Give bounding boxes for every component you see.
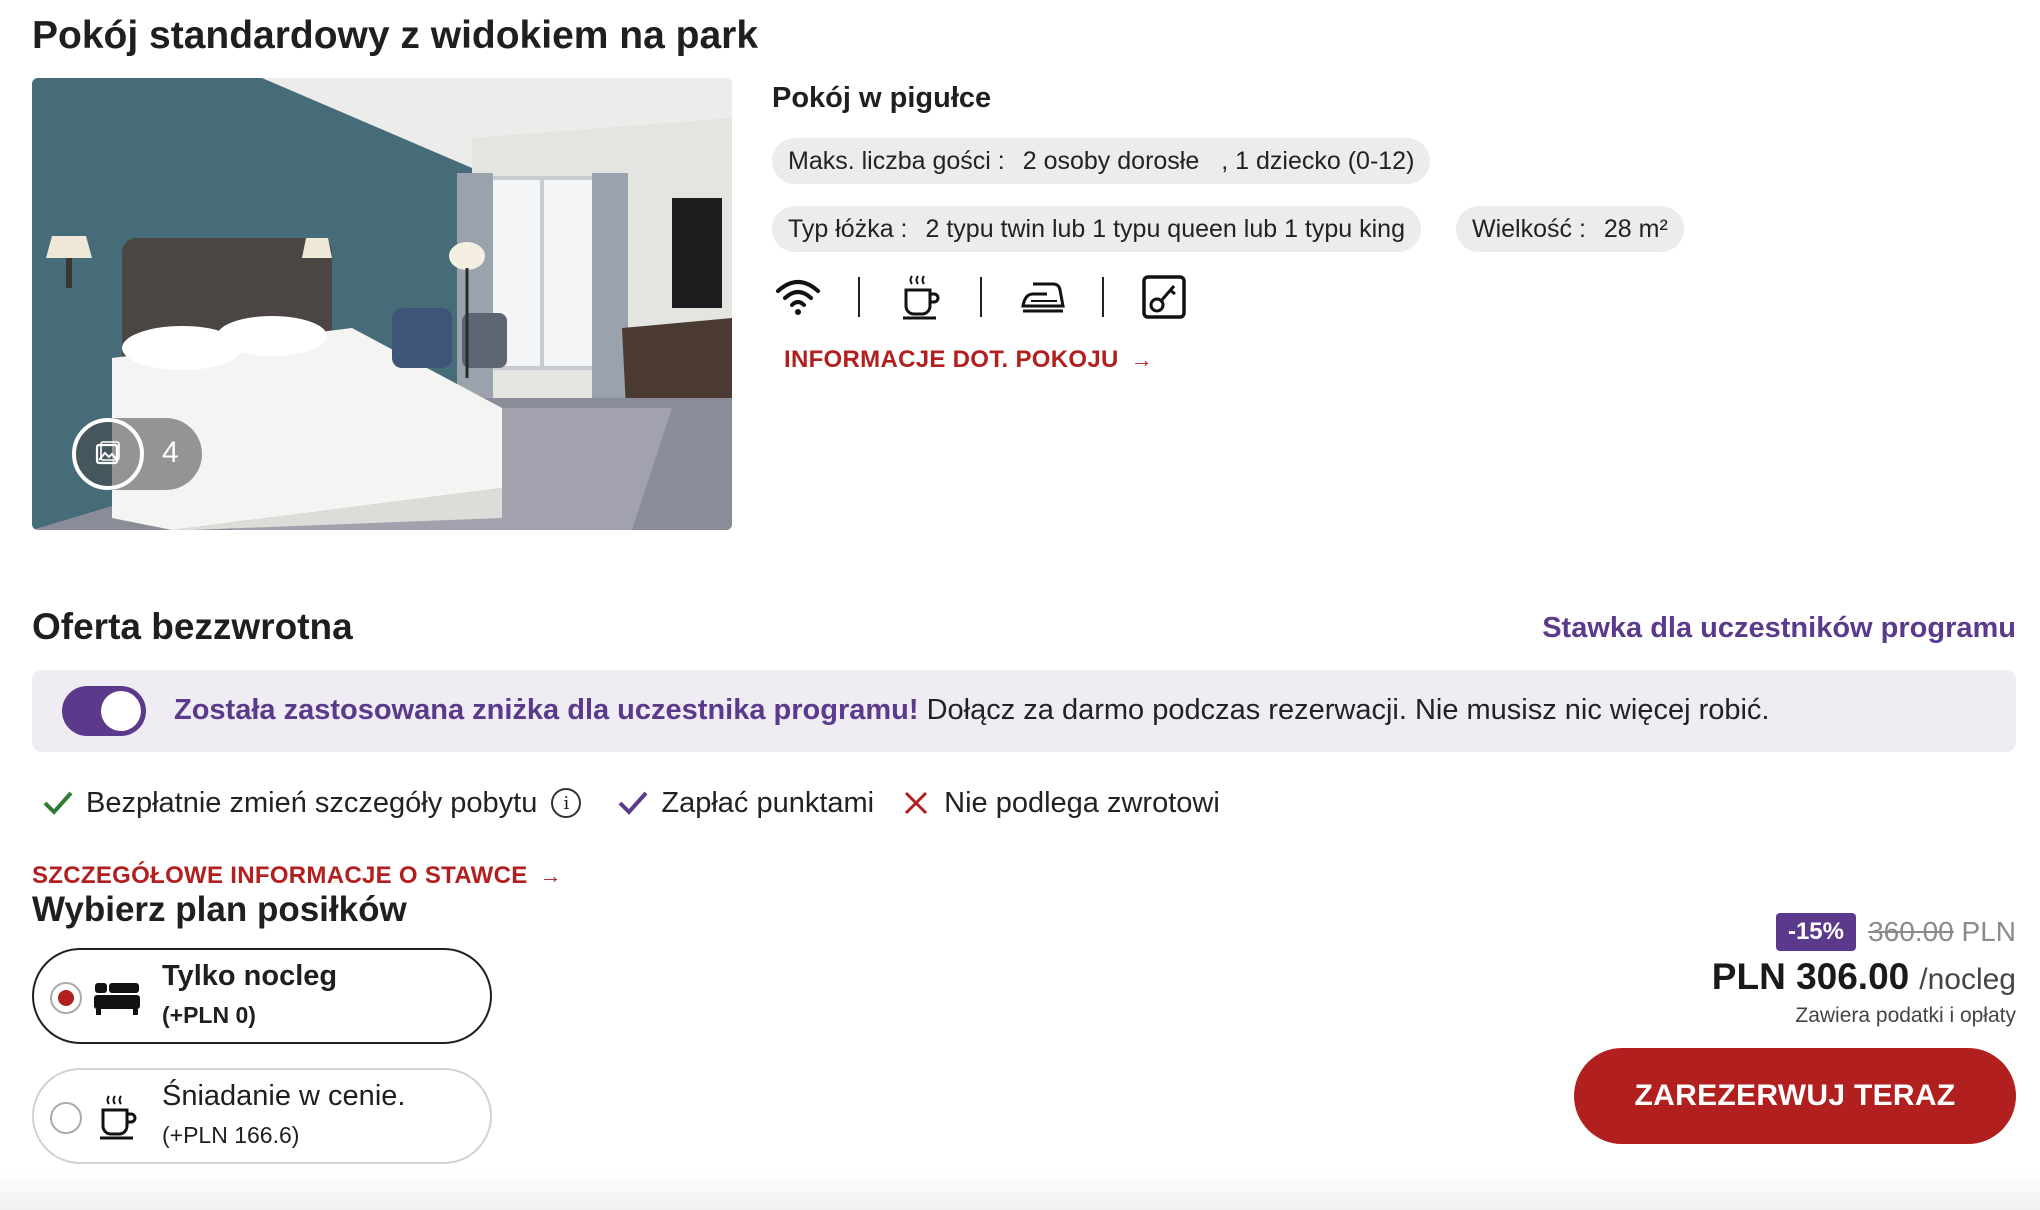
price-note: Zawiera podatki i opłaty — [1795, 1004, 2016, 1027]
feature-label: Zapłać punktami — [661, 786, 875, 819]
original-price: 360.00 PLN — [1868, 916, 2016, 948]
meal-name: Śniadanie w cenie. — [162, 1080, 406, 1112]
bed-type-value: 2 typu twin lub 1 typu queen lub 1 typu … — [925, 214, 1406, 243]
coffee-icon — [894, 271, 946, 323]
iron-icon — [1016, 271, 1068, 323]
max-guests-label: Maks. liczba gości : — [788, 146, 1005, 175]
rate-details-link[interactable]: SZCZEGÓŁOWE INFORMACJE O STAWCE → — [32, 862, 562, 890]
max-guests-child: , 1 dziecko (0-12) — [1221, 146, 1415, 175]
bed-icon — [92, 972, 142, 1022]
meal-radio-unselected[interactable] — [50, 1102, 82, 1134]
member-discount-toggle[interactable] — [62, 686, 146, 736]
amenities-row — [772, 270, 1190, 324]
current-price: PLN 306.00 — [1711, 956, 1910, 997]
gallery-count: 4 — [162, 436, 179, 469]
book-now-button[interactable]: ZAREZERWUJ TERAZ — [1574, 1048, 2016, 1144]
cross-icon — [898, 785, 934, 821]
arrow-right-icon: → — [1130, 347, 1153, 372]
room-size-value: 28 m² — [1603, 214, 1668, 243]
original-price-value: 360.00 — [1868, 916, 1954, 947]
meal-price: (+PLN 166.6) — [162, 1122, 300, 1148]
feature-non-refundable: Nie podlega zwrotowi — [898, 785, 1220, 821]
gallery-button[interactable]: 4 — [72, 418, 202, 490]
meal-plan-title: Wybierz plan posiłków — [32, 890, 407, 929]
max-guests-adults: 2 osoby dorosłe — [1022, 146, 1200, 175]
room-title: Pokój standardowy z widokiem na park — [32, 14, 759, 57]
member-discount-banner: Została zastosowana zniżka dla uczestnik… — [32, 670, 2016, 752]
bed-type-pill: Typ łóżka : 2 typu twin lub 1 typu queen… — [772, 206, 1421, 252]
feature-pay-points: Zapłać punktami — [615, 785, 874, 821]
key-card-icon — [1138, 271, 1190, 323]
bed-type-label: Typ łóżka : — [788, 214, 908, 243]
amenity-separator — [1102, 277, 1104, 317]
rate-details-link-label: SZCZEGÓŁOWE INFORMACJE O STAWCE — [32, 862, 528, 889]
feature-label: Nie podlega zwrotowi — [944, 786, 1220, 819]
coffee-icon — [92, 1092, 142, 1142]
banner-body-text: Dołącz za darmo podczas rezerwacji. Nie … — [918, 694, 1770, 726]
feature-label: Bezpłatnie zmień szczegóły pobytu — [86, 786, 538, 819]
member-rate-link[interactable]: Stawka dla uczestników programu — [1542, 612, 2016, 645]
meal-option-room-only[interactable]: Tylko nocleg (+PLN 0) — [32, 948, 492, 1044]
wifi-icon — [772, 271, 824, 323]
meal-option-breakfast[interactable]: Śniadanie w cenie. (+PLN 166.6) — [32, 1068, 492, 1164]
toggle-knob — [101, 691, 141, 731]
feature-change-details: Bezpłatnie zmień szczegóły pobytu i — [40, 785, 582, 821]
amenity-separator — [858, 277, 860, 317]
banner-text: Została zastosowana zniżka dla uczestnik… — [174, 694, 1770, 727]
room-size-pill: Wielkość : 28 m² — [1456, 206, 1684, 252]
meal-radio-selected[interactable] — [50, 982, 82, 1014]
info-icon[interactable]: i — [551, 788, 582, 818]
room-info-link[interactable]: INFORMACJE DOT. POKOJU → — [784, 346, 1153, 374]
price-unit: /nocleg — [1919, 963, 2016, 996]
offer-title: Oferta bezzwrotna — [32, 606, 353, 647]
room-photo[interactable]: 4 — [32, 78, 732, 530]
rate-features: Bezpłatnie zmień szczegóły pobytu i Zapł… — [40, 780, 1220, 826]
amenity-separator — [980, 277, 982, 317]
room-size-label: Wielkość : — [1472, 214, 1586, 243]
arrow-right-icon: → — [539, 863, 562, 888]
room-info-link-label: INFORMACJE DOT. POKOJU — [784, 346, 1119, 373]
meal-price: (+PLN 0) — [162, 1002, 256, 1028]
room-summary-title: Pokój w pigułce — [772, 82, 992, 114]
banner-strong-text: Została zastosowana zniżka dla uczestnik… — [174, 694, 919, 726]
price-row: PLN 306.00 /nocleg — [1712, 956, 2016, 998]
meal-name: Tylko nocleg — [162, 960, 338, 992]
original-price-currency: PLN — [1961, 916, 2016, 947]
max-guests-pill: Maks. liczba gości : 2 osoby dorosłe , 1… — [772, 138, 1431, 184]
check-icon — [615, 785, 651, 821]
gallery-icon — [72, 418, 144, 490]
page-bottom-shade — [0, 1170, 2040, 1210]
check-icon — [40, 785, 76, 821]
discount-badge: -15% — [1775, 913, 1856, 951]
